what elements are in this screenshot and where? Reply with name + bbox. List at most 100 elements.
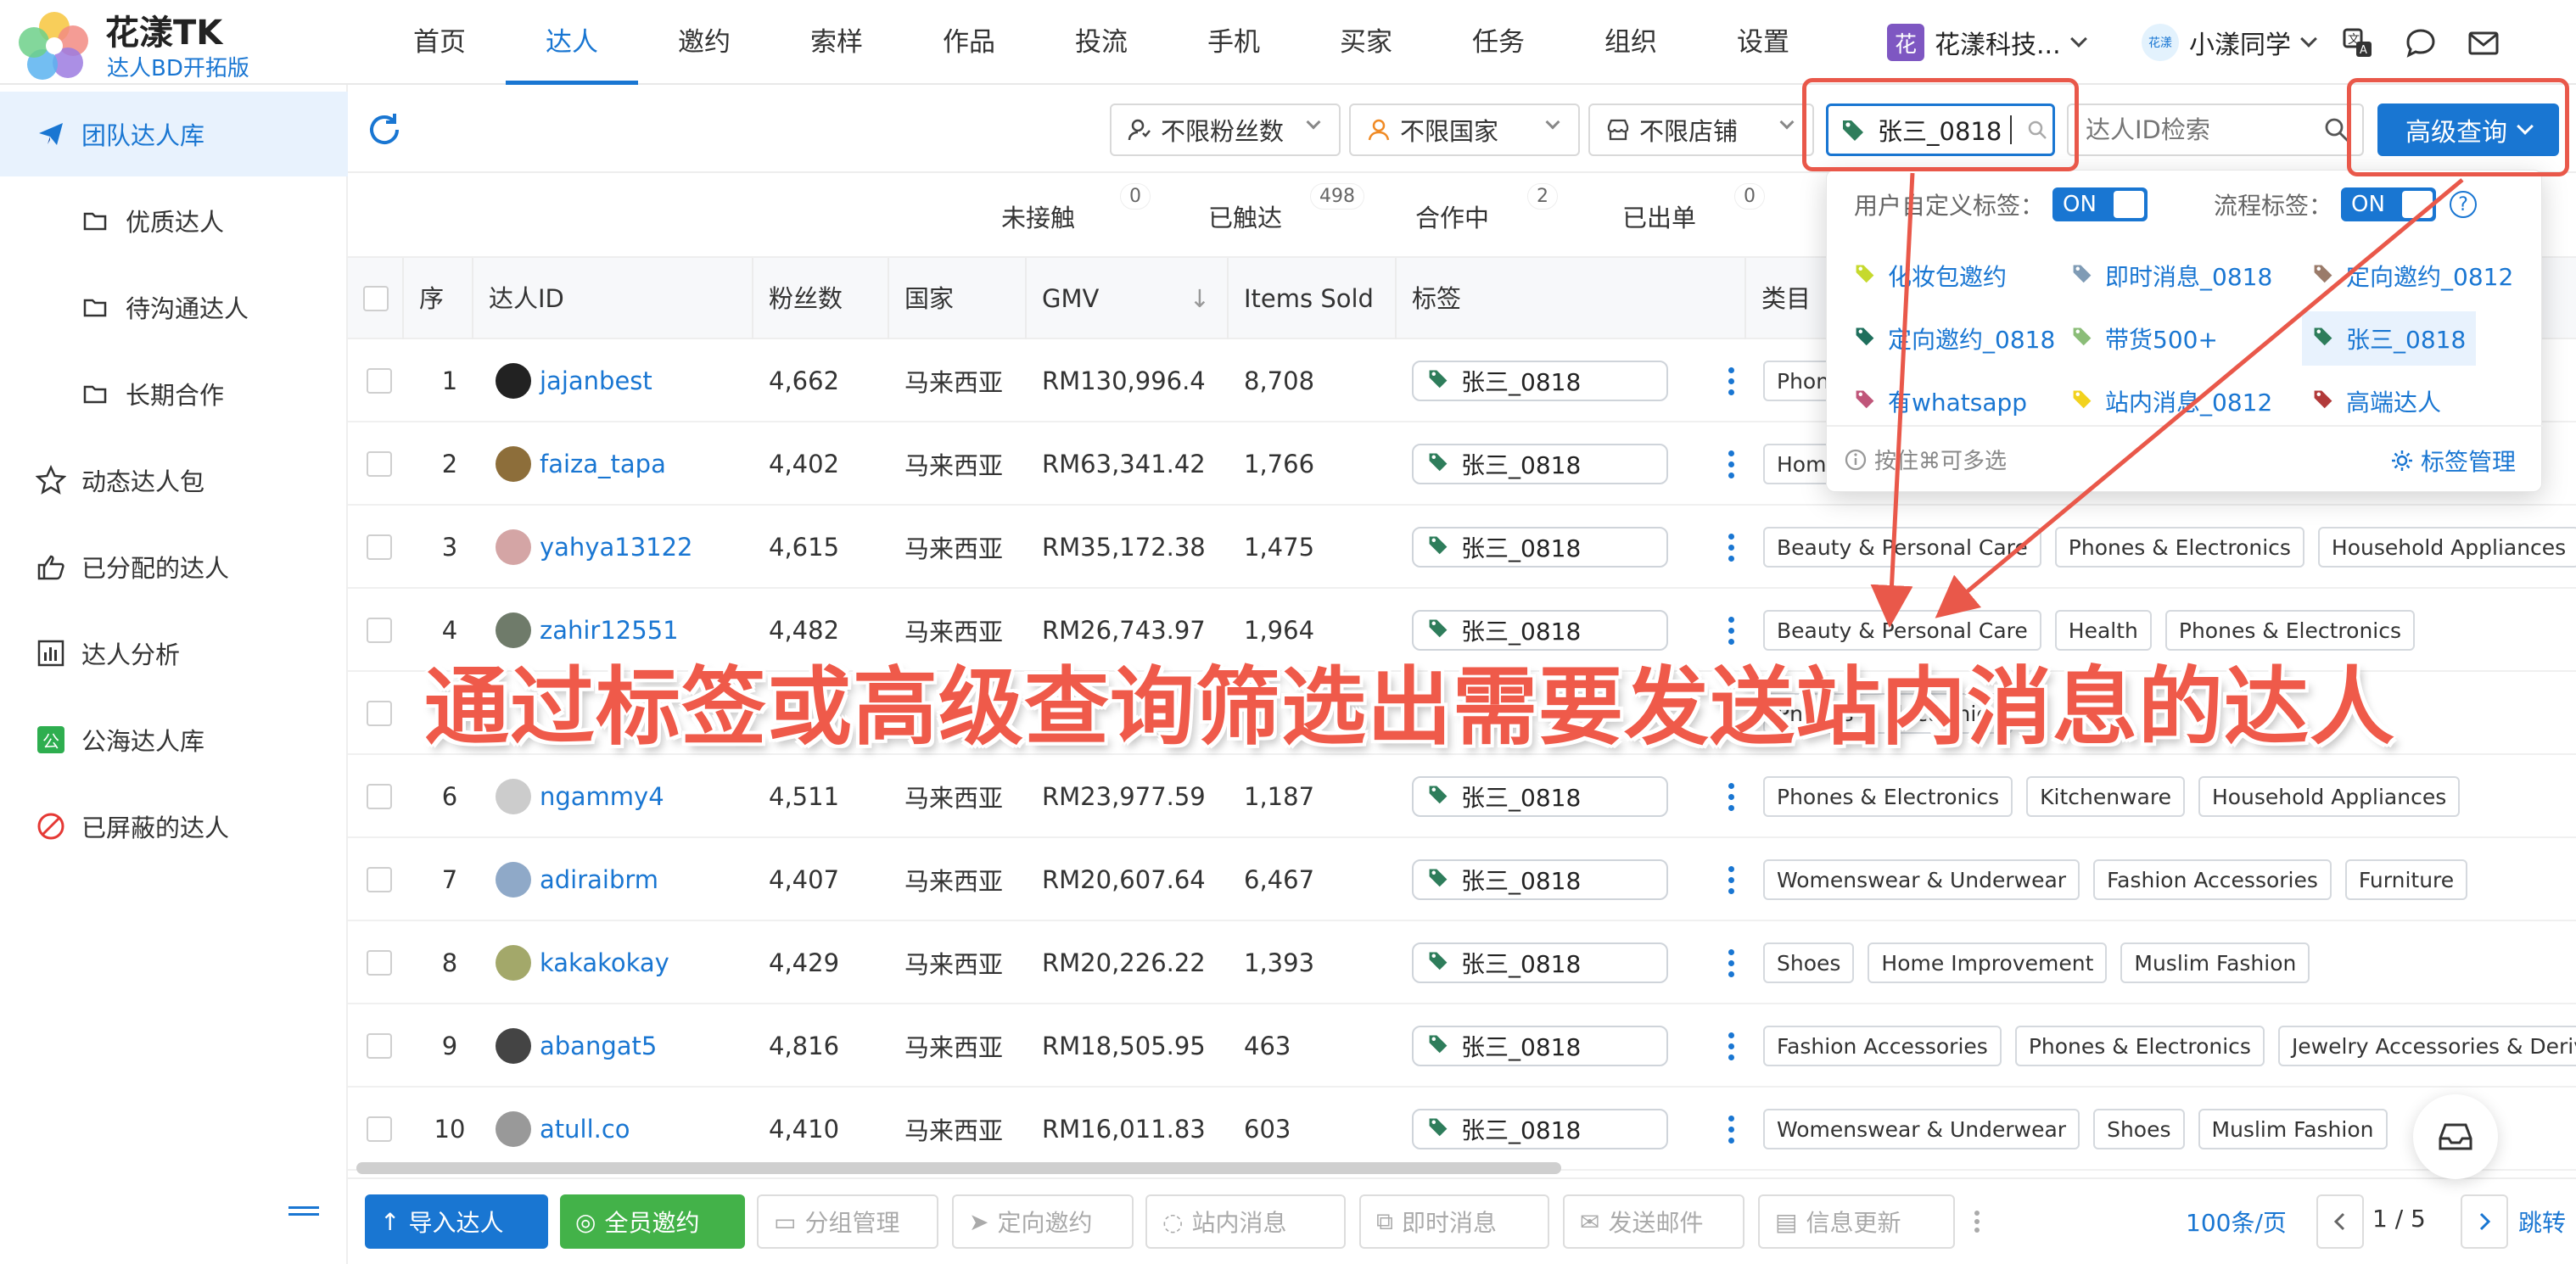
nav-invite[interactable]: 邀约 [638, 0, 770, 85]
sidebar-item-dynamic[interactable]: 动态达人包 [0, 438, 348, 523]
tag-option[interactable]: 站内消息_0812 [2061, 374, 2282, 428]
page-size-select[interactable]: 100条/页 [2186, 1205, 2287, 1239]
instant-message-button[interactable]: ⧉ 即时消息 [1359, 1194, 1549, 1249]
row-menu-icon[interactable] [1722, 1004, 1739, 1088]
tag-option[interactable]: 定向邀约_0818 [1844, 311, 2065, 366]
refresh-icon[interactable] [363, 109, 406, 151]
col-items-sold[interactable]: Items Sold [1229, 258, 1397, 339]
table-row[interactable]: 6 ngammy4 4,511 马来西亚 RM23,977.59 1,187 张三_0818… [348, 755, 2576, 838]
col-gmv[interactable]: GMV ↓ [1027, 258, 1229, 339]
tag-option[interactable]: 张三_0818 [2302, 311, 2477, 366]
tag-pill[interactable]: 张三_0818 [1412, 859, 1668, 900]
tag-pill[interactable]: 张三_0818 [1412, 361, 1668, 401]
row-menu-icon[interactable] [1722, 838, 1739, 921]
kol-id-link[interactable]: faiza_tapa [496, 422, 666, 506]
row-checkbox[interactable] [367, 1116, 392, 1142]
group-manage-button[interactable]: ▭ 分组管理 [757, 1194, 938, 1249]
flow-tags-toggle[interactable]: ON [2341, 187, 2437, 221]
kol-id-link[interactable]: adiraibrm [496, 838, 658, 921]
translate-icon[interactable]: 文A [2338, 24, 2377, 63]
kol-id-link[interactable]: abangat5 [496, 1004, 657, 1088]
jump-page-link[interactable]: 跳转 [2518, 1205, 2566, 1239]
row-checkbox[interactable] [367, 867, 392, 892]
row-checkbox[interactable] [367, 534, 392, 560]
more-actions-icon[interactable] [1968, 1205, 1985, 1239]
row-checkbox[interactable] [367, 1033, 392, 1059]
mail-icon[interactable] [2464, 24, 2503, 63]
row-menu-icon[interactable] [1722, 755, 1739, 838]
tag-option[interactable]: 即时消息_0818 [2061, 249, 2282, 303]
send-email-button[interactable]: ✉ 发送邮件 [1563, 1194, 1744, 1249]
row-menu-icon[interactable] [1722, 339, 1739, 422]
horizontal-scrollbar[interactable] [356, 1162, 1561, 1174]
row-checkbox[interactable] [367, 618, 392, 643]
sidebar-item-pending[interactable]: 待沟通达人 [0, 265, 348, 350]
kol-id-search-input[interactable] [2067, 103, 2313, 156]
tag-option[interactable]: 带货500+ [2061, 311, 2228, 366]
nav-phone[interactable]: 手机 [1168, 0, 1300, 85]
nav-buyer[interactable]: 买家 [1300, 0, 1432, 85]
nav-sample[interactable]: 索样 [770, 0, 903, 85]
tag-pill[interactable]: 张三_0818 [1412, 942, 1668, 983]
chat-icon[interactable] [2401, 24, 2440, 63]
tab-cooperating[interactable]: 合作中 [1415, 199, 1489, 234]
tab-uncontacted[interactable]: 未接触 [1001, 199, 1075, 234]
row-checkbox[interactable] [367, 950, 392, 976]
menu-collapse-icon[interactable] [288, 1206, 319, 1223]
row-menu-icon[interactable] [1722, 1088, 1739, 1171]
tag-manage-link[interactable]: 标签管理 [2390, 444, 2516, 478]
tag-pill[interactable]: 张三_0818 [1412, 1026, 1668, 1066]
nav-home[interactable]: 首页 [373, 0, 506, 85]
floating-inbox-button[interactable] [2413, 1094, 2498, 1179]
sidebar-item-longterm[interactable]: 长期合作 [0, 351, 348, 436]
tab-reached[interactable]: 已触达 [1208, 199, 1282, 234]
invite-all-button[interactable]: ◎ 全员邀约 [560, 1194, 745, 1249]
fans-filter-select[interactable]: 不限粉丝数 [1110, 103, 1341, 156]
row-menu-icon[interactable] [1722, 422, 1739, 506]
sort-desc-icon[interactable]: ↓ [1190, 258, 1210, 339]
custom-tags-toggle[interactable]: ON [2052, 187, 2148, 221]
next-page-button[interactable] [2461, 1194, 2508, 1249]
col-fans[interactable]: 粉丝数 [753, 258, 889, 339]
tag-pill[interactable]: 张三_0818 [1412, 527, 1668, 568]
kol-id-link[interactable]: atull.co [496, 1088, 630, 1171]
row-menu-icon[interactable] [1722, 506, 1739, 589]
prev-page-button[interactable] [2316, 1194, 2364, 1249]
info-update-button[interactable]: ▤ 信息更新 [1758, 1194, 1955, 1249]
table-row[interactable]: 9 abangat5 4,816 马来西亚 RM18,505.95 463 张三_0818 F… [348, 1004, 2576, 1088]
sidebar-item-blocked[interactable]: 已屏蔽的达人 [0, 784, 348, 869]
sidebar-item-analysis[interactable]: 达人分析 [0, 611, 348, 696]
site-message-button[interactable]: ◌ 站内消息 [1145, 1194, 1346, 1249]
nav-works[interactable]: 作品 [903, 0, 1035, 85]
tag-option[interactable]: 有whatsapp [1844, 374, 2037, 428]
row-checkbox[interactable] [367, 701, 392, 726]
shop-filter-select[interactable]: 不限店铺 [1588, 103, 1814, 156]
table-row[interactable]: 3 yahya13122 4,615 马来西亚 RM35,172.38 1,475 张三_0… [348, 506, 2576, 589]
targeted-invite-button[interactable]: ➤ 定向邀约 [952, 1194, 1134, 1249]
nav-task[interactable]: 任务 [1432, 0, 1565, 85]
nav-ads[interactable]: 投流 [1035, 0, 1168, 85]
tag-option[interactable]: 化妆包邀约 [1844, 249, 2017, 303]
select-all-checkbox[interactable] [363, 286, 389, 311]
import-kol-button[interactable]: ↑ 导入达人 [365, 1194, 548, 1249]
tag-pill[interactable]: 张三_0818 [1412, 776, 1668, 817]
country-filter-select[interactable]: 不限国家 [1349, 103, 1580, 156]
table-row[interactable]: 10 atull.co 4,410 马来西亚 RM16,011.83 603 张三_0818… [348, 1088, 2576, 1171]
kol-id-link[interactable]: yahya13122 [496, 506, 693, 589]
table-row[interactable]: 8 kakakokay 4,429 马来西亚 RM20,226.22 1,393 张三_08… [348, 921, 2576, 1004]
nav-org[interactable]: 组织 [1565, 0, 1697, 85]
tag-option[interactable]: 高端达人 [2302, 374, 2451, 428]
row-checkbox[interactable] [367, 451, 392, 477]
col-country[interactable]: 国家 [889, 258, 1027, 339]
tag-pill[interactable]: 张三_0818 [1412, 1109, 1668, 1149]
kol-id-link[interactable]: jajanbest [496, 339, 652, 422]
kol-id-link[interactable]: ngammy4 [496, 755, 664, 838]
sidebar-item-public[interactable]: 公 公海达人库 [0, 697, 348, 782]
app-logo-icon[interactable] [15, 7, 93, 85]
sidebar-item-quality[interactable]: 优质达人 [0, 178, 348, 263]
org-switcher[interactable]: 花 花漾科技... [1887, 22, 2087, 63]
table-row[interactable]: 7 adiraibrm 4,407 马来西亚 RM20,607.64 6,467 张三_08… [348, 838, 2576, 921]
col-kol-id[interactable]: 达人ID [473, 258, 753, 339]
sidebar-item-assigned[interactable]: 已分配的达人 [0, 524, 348, 609]
row-checkbox[interactable] [367, 368, 392, 394]
